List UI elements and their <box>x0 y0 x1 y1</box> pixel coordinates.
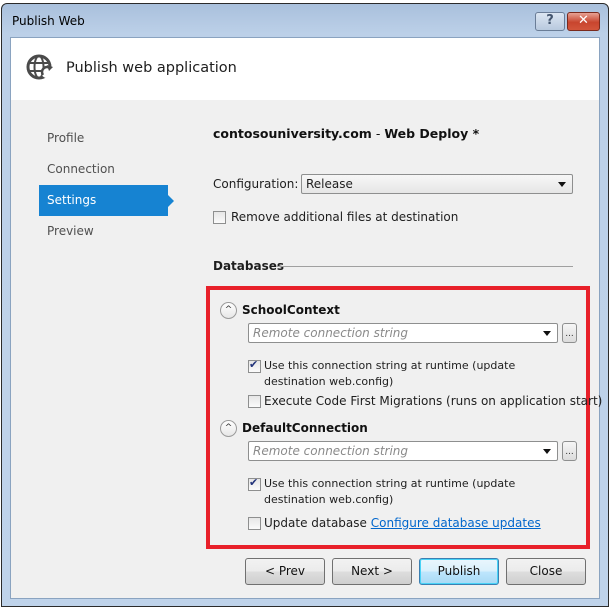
nav-item-connection[interactable]: Connection <box>39 154 168 185</box>
nav-item-profile[interactable]: Profile <box>39 123 168 154</box>
connection-placeholder: Remote connection string <box>253 444 409 458</box>
section-divider <box>277 266 573 267</box>
collapse-schoolcontext-button[interactable]: ^ <box>220 302 237 319</box>
nav-item-preview[interactable]: Preview <box>39 216 168 247</box>
nav-item-settings[interactable]: Settings <box>39 185 174 216</box>
update-database-checkbox[interactable] <box>248 517 261 530</box>
defaultconnection-use-runtime-label: Use this connection string at runtime (u… <box>264 477 516 506</box>
configuration-select[interactable]: Release <box>301 174 573 194</box>
collapse-defaultconnection-button[interactable]: ^ <box>220 420 237 437</box>
wizard-nav: Profile Connection Settings Preview <box>39 123 184 247</box>
dropdown-arrow-icon <box>558 182 566 187</box>
db-name-defaultconnection: DefaultConnection <box>242 421 368 435</box>
schoolcontext-browse-button[interactable]: ... <box>562 323 577 343</box>
remove-files-checkbox[interactable] <box>213 211 226 224</box>
code-first-migrations-checkbox[interactable] <box>248 395 261 408</box>
dropdown-arrow-icon <box>543 449 551 454</box>
schoolcontext-use-runtime-label: Use this connection string at runtime (u… <box>264 359 516 388</box>
configuration-label: Configuration: <box>213 177 299 191</box>
db-name-schoolcontext: SchoolContext <box>242 303 340 317</box>
title-bar[interactable]: Publish Web ? ✕ <box>2 4 608 37</box>
defaultconnection-connection-select[interactable]: Remote connection string <box>248 441 558 461</box>
schoolcontext-connection-select[interactable]: Remote connection string <box>248 323 558 343</box>
profile-separator: - <box>371 126 385 141</box>
next-button[interactable]: Next > <box>332 558 412 585</box>
update-database-label: Update database <box>264 516 367 530</box>
close-window-button[interactable]: ✕ <box>567 12 600 31</box>
header-title: Publish web application <box>66 60 237 76</box>
publish-button[interactable]: Publish <box>419 558 499 585</box>
profile-method: Web Deploy * <box>384 126 480 141</box>
globe-publish-icon <box>26 54 53 80</box>
profile-title: contosouniversity.com - Web Deploy * <box>213 126 479 141</box>
defaultconnection-use-runtime-checkbox[interactable] <box>248 476 261 491</box>
defaultconnection-browse-button[interactable]: ... <box>562 441 577 461</box>
dropdown-arrow-icon <box>543 331 551 336</box>
dialog-client-area: Publish web application Profile Connecti… <box>10 37 603 599</box>
profile-name: contosouniversity.com <box>213 126 372 141</box>
dialog-header: Publish web application <box>11 38 599 100</box>
connection-placeholder: Remote connection string <box>253 326 409 340</box>
configuration-value: Release <box>306 177 353 191</box>
publish-web-dialog: Publish Web ? ✕ Publish web application … <box>1 3 609 607</box>
code-first-migrations-label: Execute Code First Migrations (runs on a… <box>264 394 603 408</box>
schoolcontext-use-runtime-checkbox[interactable] <box>248 358 261 373</box>
update-database-row: Update database Configure database updat… <box>264 516 541 530</box>
help-button[interactable]: ? <box>535 12 565 31</box>
databases-section-label: Databases <box>213 259 285 273</box>
remove-files-label: Remove additional files at destination <box>231 210 459 224</box>
prev-button[interactable]: < Prev <box>245 558 325 585</box>
window-title: Publish Web <box>12 14 85 28</box>
close-button[interactable]: Close <box>506 558 586 585</box>
configure-database-updates-link[interactable]: Configure database updates <box>371 516 541 530</box>
